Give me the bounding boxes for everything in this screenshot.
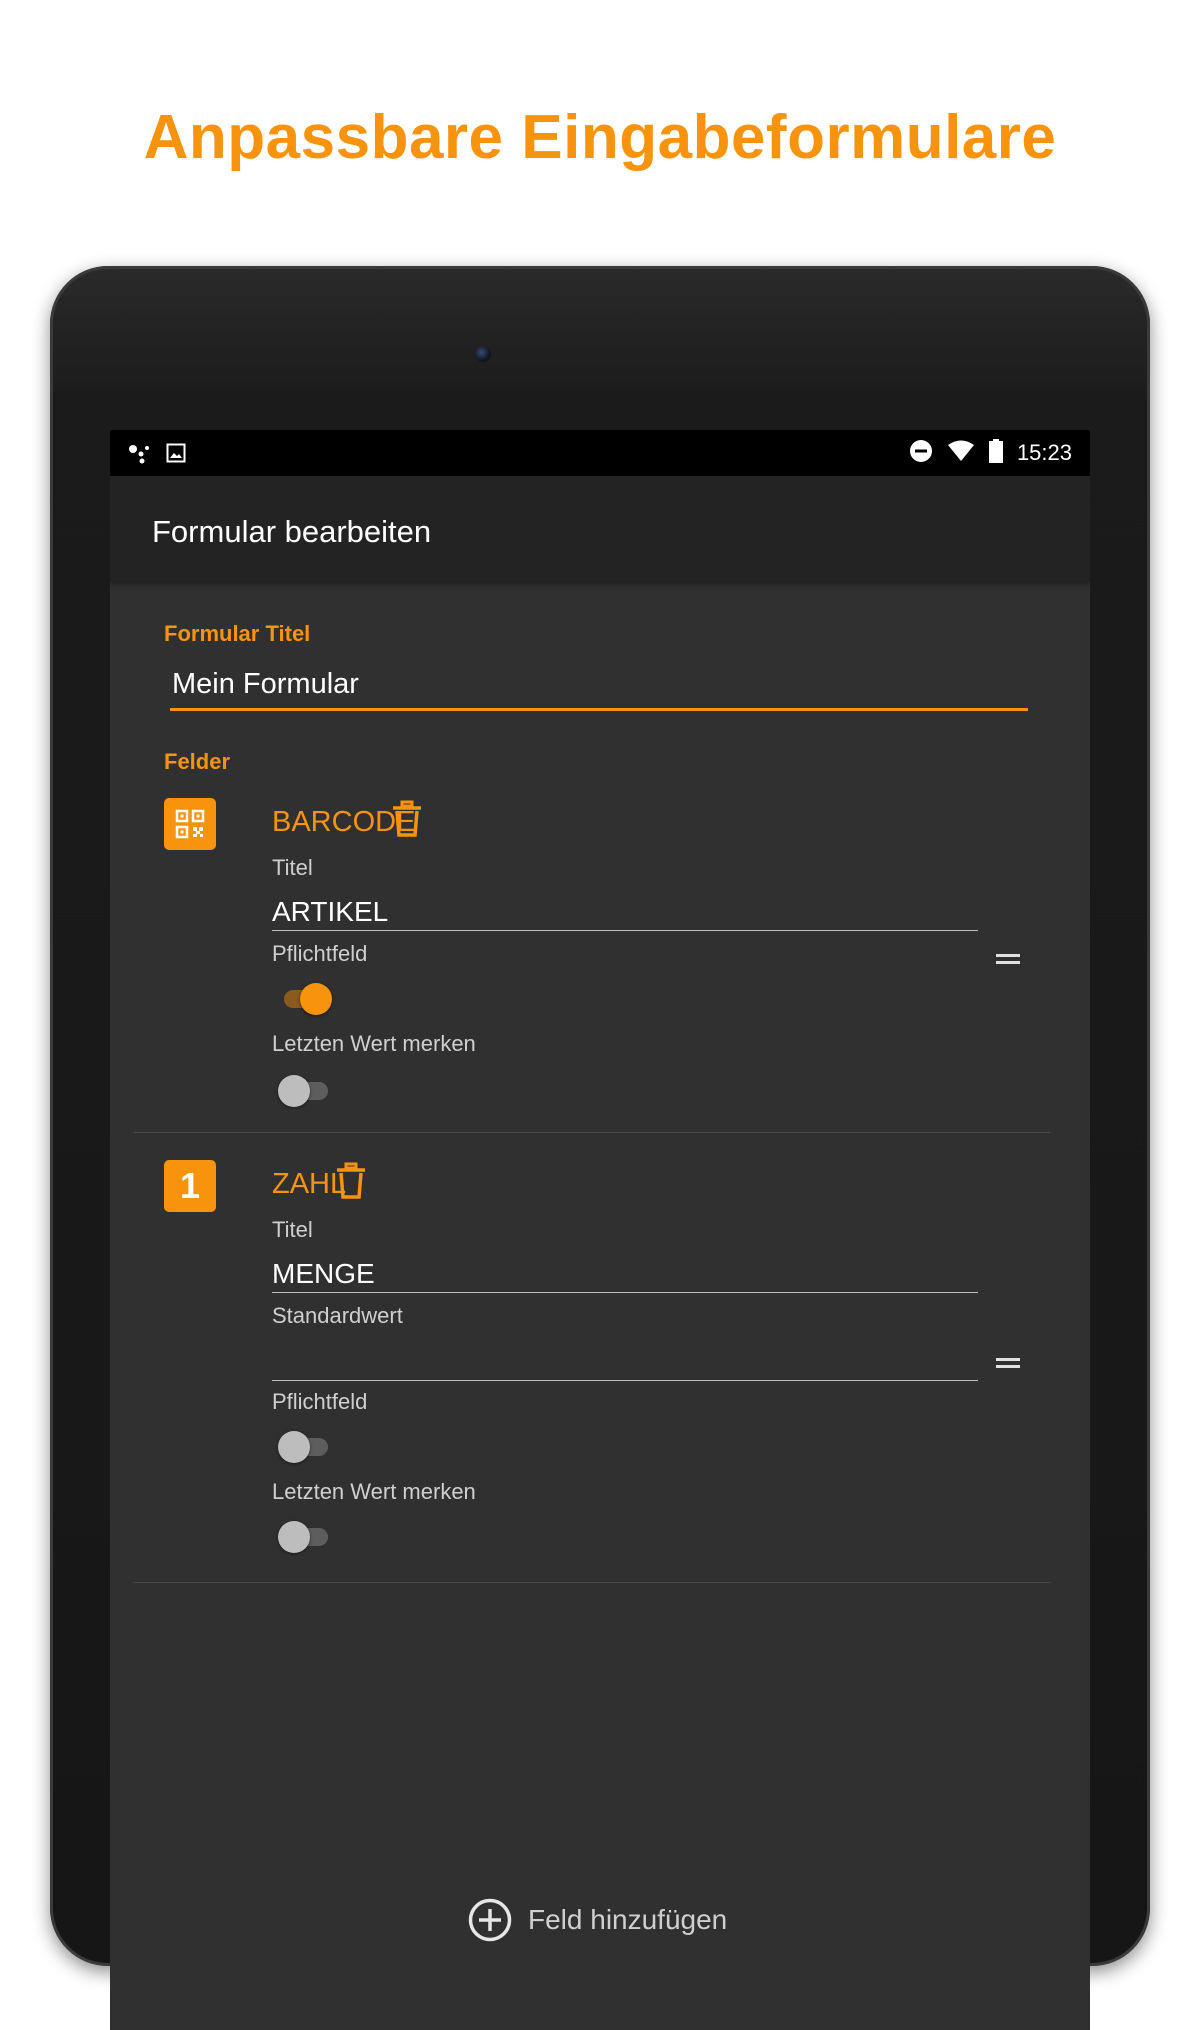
add-circle-icon [468,1898,512,1942]
page-title: Formular bearbeiten [152,514,432,549]
form-title-label: Formular Titel [164,621,311,646]
remember-last-value-toggle[interactable] [278,1518,334,1553]
default-value-label: Standardwert [272,1303,403,1328]
add-field-button[interactable]: Feld hinzufügen [468,1898,727,1942]
device-screen: 15:23 Formular bearbeiten Formular Titel… [110,430,1090,2030]
field-title-label: Titel [272,1217,313,1242]
required-label: Pflichtfeld [272,941,368,966]
field-title-input[interactable]: ARTIKEL [272,894,978,931]
fields-section-label: Felder [164,749,231,774]
app-bar: Formular bearbeiten [110,476,1090,582]
number-type-icon: 1 [164,1160,216,1212]
field-divider [134,1132,1050,1133]
tablet-frame: 15:23 Formular bearbeiten Formular Titel… [50,266,1150,2030]
status-bar: 15:23 [110,430,1090,476]
remember-last-value-label: Letzten Wert merken [272,1031,476,1056]
delete-field-icon[interactable] [392,800,422,838]
remember-last-value-toggle[interactable] [278,1072,334,1107]
qr-code-icon [164,798,216,850]
front-camera [475,346,491,362]
promo-headline: Anpassbare Eingabeformulare [143,103,1057,172]
form-editor: Formular Titel Mein Formular Felder BARC… [110,582,1090,2030]
required-label: Pflichtfeld [272,1389,368,1414]
field-card-number: 1 ZAHL Titel MENGE Standardwert Pflichtf… [134,1152,1050,1553]
required-toggle[interactable] [278,1428,334,1463]
drag-handle-icon[interactable] [996,954,1020,966]
do-not-disturb-icon [909,439,933,468]
field-title-input[interactable]: MENGE [272,1256,978,1293]
field-card-barcode: BARCODE Titel ARTIKEL Pflichtfeld Letzte… [134,790,1050,1107]
form-title-input[interactable]: Mein Formular [170,664,1028,711]
drag-handle-icon[interactable] [996,1358,1020,1370]
add-field-label: Feld hinzufügen [528,1904,728,1935]
default-value-input[interactable] [272,1344,978,1381]
field-title-label: Titel [272,855,313,880]
delete-field-icon[interactable] [336,1162,366,1200]
field-divider [134,1582,1050,1583]
wifi-icon [947,440,975,467]
battery-icon [988,438,1003,468]
assistant-dots-icon [128,442,152,469]
image-icon [166,443,186,468]
required-toggle[interactable] [278,980,334,1015]
remember-last-value-label: Letzten Wert merken [272,1479,476,1504]
clock: 15:23 [1016,440,1072,465]
